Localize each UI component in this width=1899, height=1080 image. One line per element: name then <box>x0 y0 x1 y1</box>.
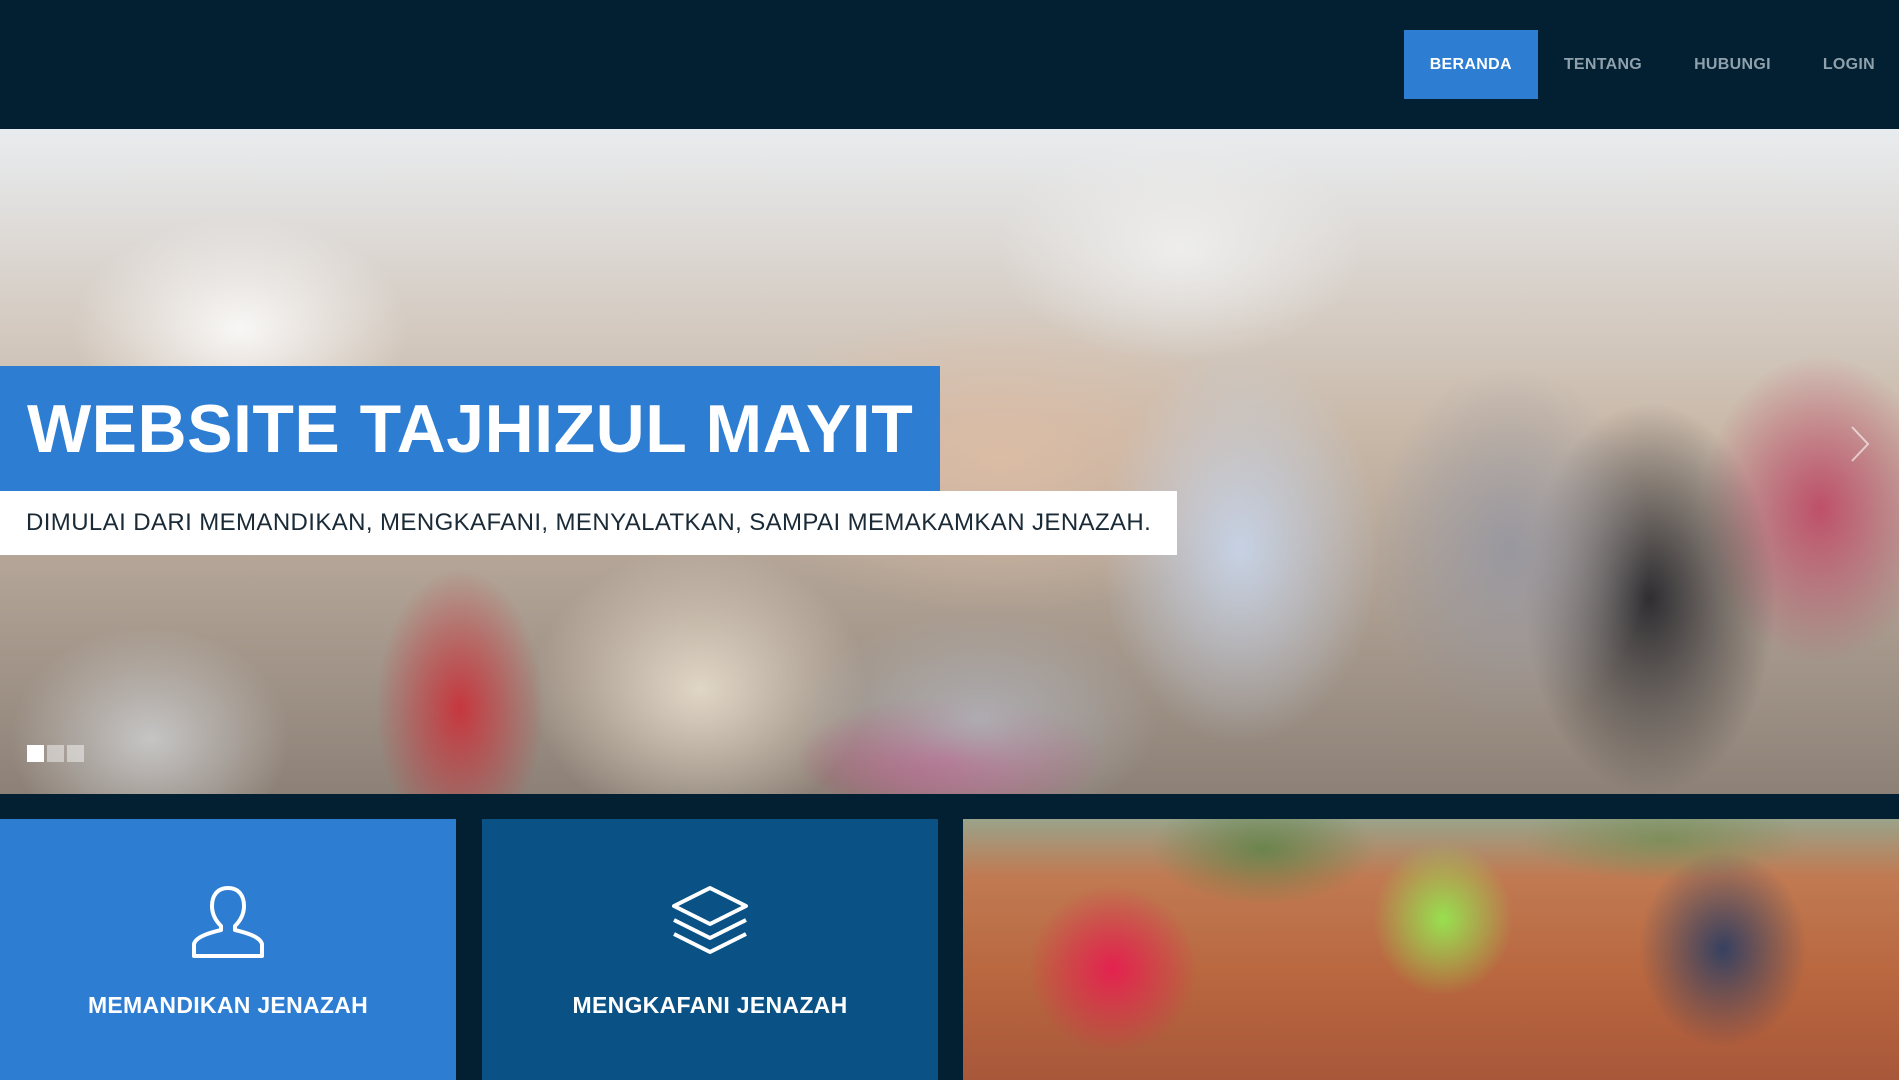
main-nav: BERANDA TENTANG HUBUNGI LOGIN <box>1403 30 1899 99</box>
nav-tentang[interactable]: TENTANG <box>1538 30 1668 99</box>
nav-login[interactable]: LOGIN <box>1797 30 1899 99</box>
hero-subtitle-banner: DIMULAI DARI MEMANDIKAN, MENGKAFANI, MEN… <box>0 491 1178 555</box>
service-card-memandikan[interactable]: MEMANDIKAN JENAZAH <box>0 819 456 1080</box>
services-row: MEMANDIKAN JENAZAH MENGKAFANI JENAZAH <box>0 819 1899 1080</box>
hero-title-banner: WEBSITE TAJHIZUL MAYIT <box>0 366 941 491</box>
service-card-mengkafani[interactable]: MENGKAFANI JENAZAH <box>482 819 938 1080</box>
slider-dot-3[interactable] <box>67 745 84 762</box>
chevron-right-icon[interactable] <box>1849 424 1871 464</box>
nav-beranda[interactable]: BERANDA <box>1403 30 1538 99</box>
slider-dots <box>27 745 84 762</box>
hero-title: WEBSITE TAJHIZUL MAYIT <box>27 390 914 467</box>
layers-icon <box>672 886 748 954</box>
nav-hubungi[interactable]: HUBUNGI <box>1668 30 1797 99</box>
hero-slider: WEBSITE TAJHIZUL MAYIT DIMULAI DARI MEMA… <box>0 129 1899 794</box>
user-icon <box>192 886 264 958</box>
slider-dot-1[interactable] <box>27 745 44 762</box>
slider-dot-2[interactable] <box>47 745 64 762</box>
burial-photo <box>963 819 1899 1080</box>
service-label: MENGKAFANI JENAZAH <box>572 992 848 1018</box>
service-label: MEMANDIKAN JENAZAH <box>87 992 369 1018</box>
hero-subtitle: DIMULAI DARI MEMANDIKAN, MENGKAFANI, MEN… <box>26 509 1152 536</box>
site-header: BERANDA TENTANG HUBUNGI LOGIN <box>0 0 1899 129</box>
